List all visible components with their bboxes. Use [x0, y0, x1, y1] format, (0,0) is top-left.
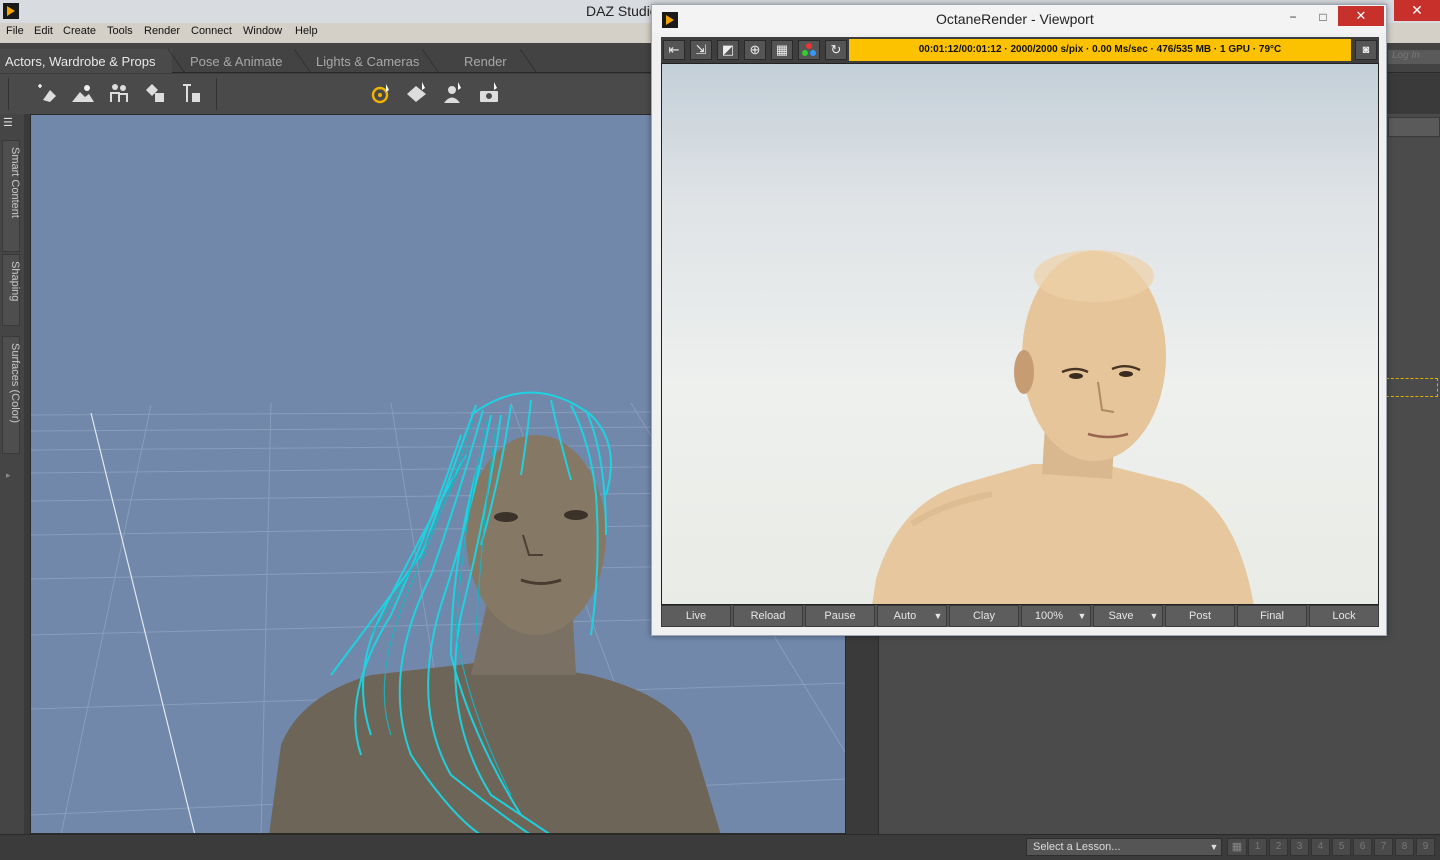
octane-bottom-bar: Live Reload Pause Auto ▼ Clay 100% ▼ Sav…: [661, 605, 1379, 627]
chevron-down-icon[interactable]: ▼: [931, 605, 945, 627]
octane-viewport-window: OctaneRender - Viewport − □ ✕ ⇤ ⇲ ◩ ⊕ ▦ …: [651, 4, 1387, 636]
octane-app-icon[interactable]: [662, 12, 678, 28]
tab-actors-wardrobe-props[interactable]: Actors, Wardrobe & Props: [0, 49, 172, 73]
lesson-step-button[interactable]: 7: [1374, 838, 1393, 856]
surface-tool-icon[interactable]: [404, 80, 430, 106]
chevron-down-icon[interactable]: ▼: [1207, 838, 1221, 856]
menu-help[interactable]: Help: [295, 25, 318, 37]
grid-icon[interactable]: ▦: [771, 40, 793, 60]
lesson-step-button[interactable]: 5: [1332, 838, 1351, 856]
right-toolbar-region: [1386, 74, 1440, 114]
tab-surfaces[interactable]: Surfaces (Color): [2, 336, 21, 454]
live-button[interactable]: Live: [661, 605, 731, 627]
lesson-step-button[interactable]: 4: [1311, 838, 1330, 856]
login-field[interactable]: Log In: [1388, 50, 1440, 64]
chevron-down-icon[interactable]: ▼: [1147, 605, 1161, 627]
node-tool-icon[interactable]: [440, 80, 466, 106]
lesson-grid-icon[interactable]: ▦: [1227, 838, 1247, 856]
tab-shaping[interactable]: Shaping: [2, 254, 21, 326]
menu-file[interactable]: File: [6, 25, 24, 37]
final-button[interactable]: Final: [1237, 605, 1307, 627]
menu-edit[interactable]: Edit: [34, 25, 53, 37]
lock-button[interactable]: Lock: [1309, 605, 1379, 627]
chevron-down-icon[interactable]: ▼: [1075, 605, 1089, 627]
camera-tool-icon[interactable]: [476, 80, 502, 106]
octane-title-bar[interactable]: OctaneRender - Viewport − □ ✕: [652, 5, 1386, 33]
tab-smart-content[interactable]: Smart Content: [2, 140, 21, 252]
octane-close-button[interactable]: ✕: [1338, 6, 1384, 26]
figure-setup-icon[interactable]: [178, 80, 204, 106]
focus-picker-icon[interactable]: ⊕: [744, 40, 766, 60]
pause-button[interactable]: Pause: [805, 605, 875, 627]
lesson-step-button[interactable]: 9: [1416, 838, 1435, 856]
refresh-icon[interactable]: ↻: [825, 40, 847, 60]
left-pane-tab-strip: ☰ Smart Content Shaping Surfaces (Color)…: [0, 114, 24, 834]
clay-button[interactable]: Clay: [949, 605, 1019, 627]
octane-render-view[interactable]: [661, 63, 1379, 605]
menu-window[interactable]: Window: [243, 25, 282, 37]
lesson-step-button[interactable]: 1: [1248, 838, 1267, 856]
tab-surfaces-label: Surfaces (Color): [9, 343, 21, 424]
octane-render-graphic: [872, 250, 1254, 604]
toolbar-separator: [216, 78, 217, 110]
send-to-octane-icon[interactable]: ⇤: [663, 40, 685, 60]
daz-close-button[interactable]: ✕: [1394, 0, 1440, 21]
menu-create[interactable]: Create: [63, 25, 96, 37]
reload-button[interactable]: Reload: [733, 605, 803, 627]
post-button[interactable]: Post: [1165, 605, 1235, 627]
render-status-text: 00:01:12/00:01:12 · 2000/2000 s/pix · 0.…: [849, 39, 1351, 61]
menu-render[interactable]: Render: [144, 25, 180, 37]
props-icon[interactable]: [142, 80, 168, 106]
menu-connect[interactable]: Connect: [191, 25, 232, 37]
collapse-arrow-icon[interactable]: ▸: [6, 470, 16, 498]
material-picker-icon[interactable]: [798, 40, 820, 60]
octane-window-title: OctaneRender - Viewport: [936, 11, 1094, 27]
tab-lights-cameras[interactable]: Lights & Cameras: [316, 49, 436, 73]
import-icon[interactable]: ⇲: [690, 40, 712, 60]
right-pane-header[interactable]: [1388, 117, 1440, 137]
minimize-button[interactable]: −: [1282, 7, 1304, 27]
add-actor-icon[interactable]: [34, 80, 60, 106]
lesson-step-button[interactable]: 8: [1395, 838, 1414, 856]
pane-options-icon[interactable]: ☰: [3, 116, 19, 130]
menu-tools[interactable]: Tools: [107, 25, 133, 37]
lesson-step-button[interactable]: 6: [1353, 838, 1372, 856]
tab-pose-animate[interactable]: Pose & Animate: [190, 49, 310, 73]
octane-toolbar: ⇤ ⇲ ◩ ⊕ ▦ ↻ 00:01:12/00:01:12 · 2000/200…: [661, 37, 1379, 63]
toolbar-grip: [8, 78, 9, 110]
people-icon[interactable]: [106, 80, 132, 106]
lesson-select[interactable]: Select a Lesson...: [1026, 838, 1222, 856]
camera-snapshot-icon[interactable]: ◙: [1355, 40, 1377, 60]
maximize-button[interactable]: □: [1312, 7, 1334, 27]
daz-app-icon[interactable]: [3, 3, 19, 19]
lesson-step-button[interactable]: 3: [1290, 838, 1309, 856]
lesson-step-button[interactable]: 2: [1269, 838, 1288, 856]
tab-smart-content-label: Smart Content: [9, 147, 21, 218]
universal-tool-icon[interactable]: [368, 80, 394, 106]
daz-window-title: DAZ Studio: [586, 3, 658, 19]
selection-outline: [1386, 378, 1438, 397]
status-bar: [0, 834, 1440, 860]
tab-shaping-label: Shaping: [9, 261, 21, 302]
render-region-icon[interactable]: ◩: [717, 40, 739, 60]
environment-icon[interactable]: [70, 80, 96, 106]
